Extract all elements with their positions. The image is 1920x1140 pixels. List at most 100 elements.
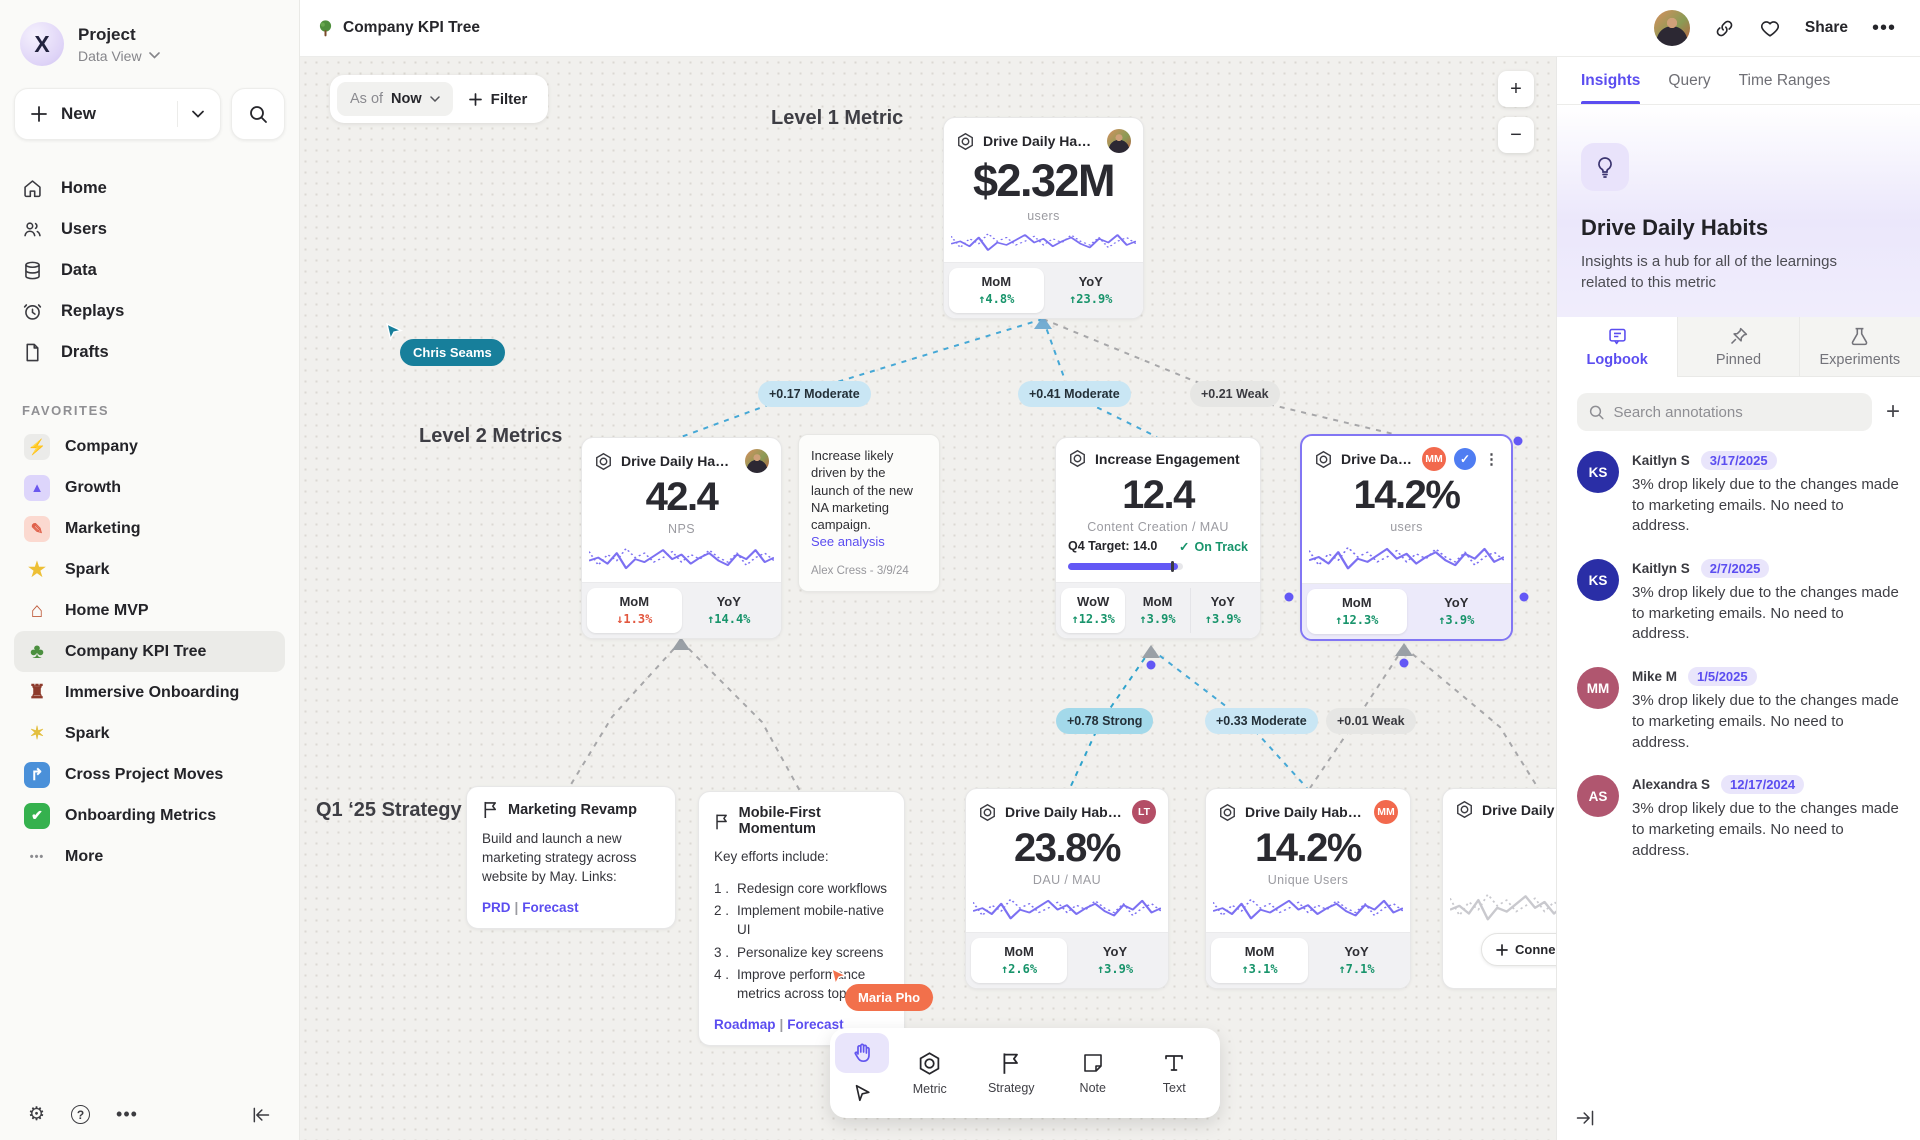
settings-gear-icon[interactable]: ⚙ — [28, 1103, 45, 1126]
annotation-date-badge: 3/17/2025 — [1701, 451, 1777, 470]
sparkline-chart — [1450, 881, 1556, 933]
as-of-label: As of — [350, 91, 383, 107]
sidebar-item-label: Home — [61, 179, 107, 198]
new-button[interactable]: New — [14, 88, 221, 140]
hand-tool-button[interactable] — [835, 1033, 889, 1073]
logbook-icon — [1607, 326, 1628, 347]
sidebar-item-home[interactable]: Home — [22, 168, 277, 209]
prd-link[interactable]: PRD — [482, 900, 511, 915]
metric-unit: Unique Users — [1268, 873, 1349, 887]
zoom-out-button[interactable]: − — [1498, 117, 1534, 153]
check-icon: ✓ — [1179, 539, 1189, 554]
favorite-item-company[interactable]: ⚡ Company — [14, 426, 285, 467]
forecast-link[interactable]: Forecast — [787, 1017, 843, 1032]
strategy-card-marketing-revamp[interactable]: Marketing Revamp Build and launch a new … — [466, 786, 676, 929]
project-view-switcher[interactable]: Data View — [78, 48, 160, 64]
stat-yoy: YoY ↑7.1% — [1308, 938, 1405, 983]
collaborator-cursor-maria: Maria Pho — [845, 984, 933, 1011]
as-of-dropdown[interactable]: As of Now — [337, 82, 453, 116]
chevron-down-icon[interactable] — [192, 110, 204, 118]
subtab-pinned[interactable]: Pinned — [1677, 317, 1798, 377]
more-menu-icon[interactable]: ••• — [1872, 17, 1896, 40]
metric-value: $2.32M — [973, 155, 1114, 207]
metric-card-drive-daily-habbits-l1[interactable]: Drive Daily Habbits $2.32M users MoM ↑4.… — [943, 117, 1144, 319]
favorite-item-label: Company — [65, 438, 138, 456]
search-icon — [1589, 404, 1604, 421]
kebab-menu-icon[interactable]: ⋮ — [1484, 450, 1499, 468]
subtab-experiments[interactable]: Experiments — [1799, 317, 1920, 377]
metric-card-drive-daily-habbits-unique[interactable]: Drive Daily Habbits MM 14.2% Unique User… — [1205, 788, 1411, 989]
metric-card-drive-daily-habbits-nps[interactable]: Drive Daily Habbits 42.4 NPS MoM ↓1.3% Y… — [581, 437, 782, 639]
sidebar-item-users[interactable]: Users — [22, 209, 277, 250]
metric-card-partial[interactable]: Drive Daily Habbits Connect — [1442, 788, 1556, 989]
help-icon[interactable]: ? — [71, 1105, 90, 1124]
metric-value: 23.8% — [1014, 826, 1120, 871]
metric-card-drive-daily-habbits-selected[interactable]: Drive Daily Habb.. MM ✓ ⋮ 14.2% users Mo… — [1300, 434, 1513, 641]
metric-tool-button[interactable]: Metric — [889, 1033, 971, 1113]
select-tool-button[interactable] — [835, 1073, 889, 1113]
sidebar: X Project Data View New Home Users — [0, 0, 300, 1140]
annotation-item[interactable]: KS Kaitlyn S 2/7/2025 3% drop likely due… — [1577, 559, 1900, 645]
annotation-item[interactable]: AS Alexandra S 12/17/2024 3% drop likely… — [1577, 775, 1900, 861]
see-analysis-link[interactable]: See analysis — [811, 533, 927, 550]
metric-card-increase-engagement[interactable]: Increase Engagement 12.4 Content Creatio… — [1055, 437, 1261, 639]
arrow-up-right-icon: ↱ — [24, 762, 50, 788]
more-options-icon[interactable]: ••• — [116, 1104, 138, 1125]
sidebar-item-label: Data — [61, 261, 97, 280]
metric-icon — [1068, 449, 1087, 468]
sidebar-item-replays[interactable]: Replays — [22, 291, 277, 332]
favorite-item-label: Onboarding Metrics — [65, 807, 216, 825]
zoom-in-button[interactable]: + — [1498, 71, 1534, 107]
favorite-item-cross-project-moves[interactable]: ↱ Cross Project Moves — [14, 754, 285, 795]
favorite-item-more[interactable]: ••• More — [14, 836, 285, 877]
filter-button[interactable]: Filter — [455, 91, 542, 108]
user-avatar[interactable] — [1654, 10, 1690, 46]
sidebar-item-drafts[interactable]: Drafts — [22, 332, 277, 373]
tab-time-ranges[interactable]: Time Ranges — [1739, 57, 1831, 104]
annotation-search[interactable] — [1577, 393, 1872, 431]
sidebar-item-data[interactable]: Data — [22, 250, 277, 291]
stat-yoy: YoY ↑23.9% — [1044, 268, 1139, 313]
favorite-heart-icon[interactable] — [1759, 18, 1781, 39]
add-annotation-button[interactable]: + — [1886, 398, 1900, 426]
search-button[interactable] — [231, 88, 285, 140]
annotation-date-badge: 12/17/2024 — [1721, 775, 1804, 794]
collapse-panel-icon[interactable] — [1575, 1108, 1595, 1128]
forecast-link[interactable]: Forecast — [522, 900, 578, 915]
metric-value: 14.2% — [1255, 826, 1361, 871]
favorite-item-onboarding-metrics[interactable]: ✔ Onboarding Metrics — [14, 795, 285, 836]
favorite-item-spark[interactable]: ★ Spark — [14, 549, 285, 590]
metric-icon — [1455, 800, 1474, 819]
metric-icon — [1218, 803, 1237, 822]
roadmap-link[interactable]: Roadmap — [714, 1017, 776, 1032]
text-tool-button[interactable]: Text — [1134, 1033, 1216, 1113]
collapse-sidebar-icon[interactable] — [251, 1105, 271, 1125]
annotation-item[interactable]: KS Kaitlyn S 3/17/2025 3% drop likely du… — [1577, 451, 1900, 537]
strategy-tool-button[interactable]: Strategy — [971, 1033, 1053, 1113]
kpi-tree-canvas[interactable]: As of Now Filter + − Level 1 Metric Leve… — [300, 57, 1556, 1140]
favorite-item-spark-2[interactable]: ✶ Spark — [14, 713, 285, 754]
favorite-item-home-mvp[interactable]: ⌂ Home MVP — [14, 590, 285, 631]
annotation-item[interactable]: MM Mike M 1/5/2025 3% drop likely due to… — [1577, 667, 1900, 753]
metric-card-drive-daily-habbits-dau[interactable]: Drive Daily Habbits LT 23.8% DAU / MAU M… — [965, 788, 1169, 989]
list-item: Personalize key screens — [714, 943, 889, 962]
favorite-item-company-kpi-tree[interactable]: ♣ Company KPI Tree — [14, 631, 285, 672]
metric-value: 14.2% — [1354, 473, 1460, 518]
project-view-label: Data View — [78, 48, 142, 64]
share-button[interactable]: Share — [1805, 19, 1848, 37]
note-card[interactable]: Increase likely driven by the launch of … — [798, 434, 940, 592]
favorite-item-immersive-onboarding[interactable]: ♜ Immersive Onboarding — [14, 672, 285, 713]
page-title: Company KPI Tree — [343, 19, 480, 37]
annotation-search-input[interactable] — [1613, 404, 1860, 421]
annotation-text: 3% drop likely due to the changes made t… — [1632, 583, 1900, 645]
favorite-item-label: Spark — [65, 725, 109, 743]
tab-query[interactable]: Query — [1668, 57, 1710, 104]
connect-button[interactable]: Connect — [1481, 933, 1556, 966]
canvas-toolbar: Metric Strategy Note Text — [830, 1028, 1220, 1118]
note-tool-button[interactable]: Note — [1052, 1033, 1134, 1113]
subtab-logbook[interactable]: Logbook — [1557, 317, 1677, 377]
favorite-item-marketing[interactable]: ✎ Marketing — [14, 508, 285, 549]
copy-link-icon[interactable] — [1714, 18, 1735, 39]
favorite-item-growth[interactable]: ▲ Growth — [14, 467, 285, 508]
tab-insights[interactable]: Insights — [1581, 57, 1640, 104]
